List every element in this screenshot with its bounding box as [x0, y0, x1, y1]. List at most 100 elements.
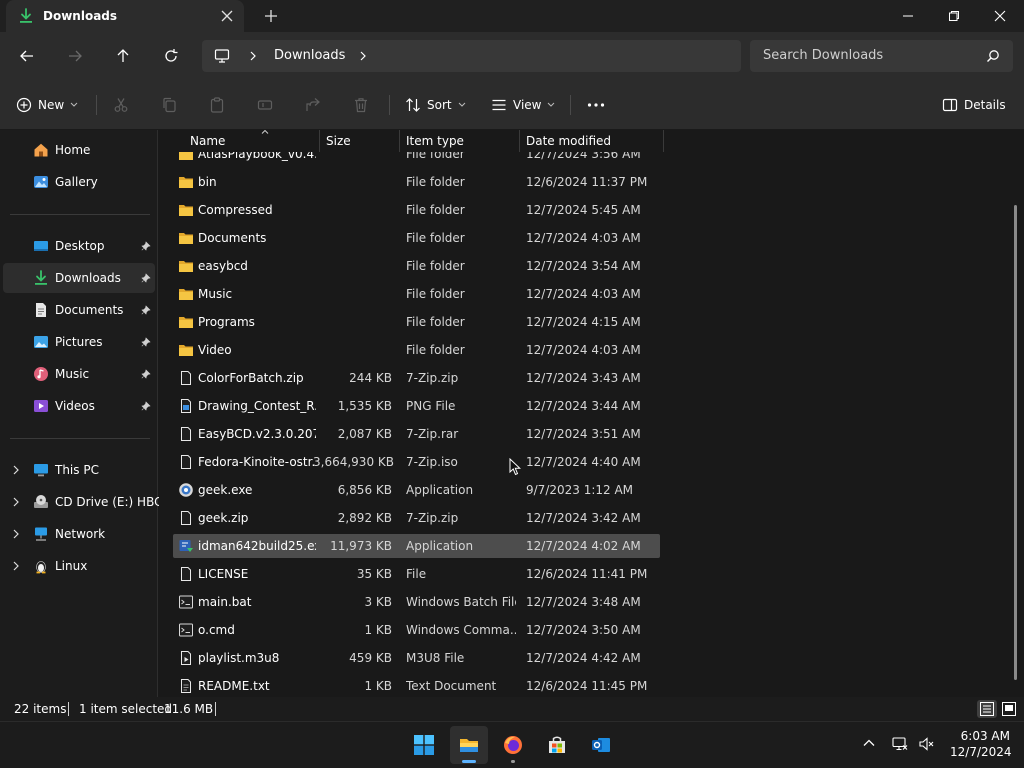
restore-button[interactable] — [931, 0, 977, 32]
pin-icon[interactable] — [141, 241, 151, 251]
sidebar-item-cd-drive[interactable]: CD Drive (E:) HBCD — [3, 487, 172, 517]
close-window-button[interactable] — [977, 0, 1023, 32]
file-row[interactable]: geek.exe 6,856 KB Application 9/7/2023 1:12… — [173, 478, 660, 502]
cd-drive-icon — [34, 495, 48, 508]
taskbar-microsoft-store[interactable] — [538, 726, 576, 764]
file-row[interactable]: playlist.m3u8 459 KB M3U8 File 12/7/2024 4:… — [173, 646, 660, 670]
chevron-right-icon[interactable] — [248, 50, 258, 62]
search-input[interactable]: Search Downloads — [750, 40, 1013, 72]
sort-icon — [406, 98, 420, 112]
chevron-right-icon[interactable] — [12, 465, 20, 475]
network-icon — [35, 527, 47, 541]
chevron-right-icon[interactable] — [12, 497, 20, 507]
file-row[interactable]: LICENSE 35 KB File 12/6/2024 11:41 PM — [173, 562, 660, 586]
file-row[interactable]: ColorForBatch.zip 244 KB 7-Zip.zip 12/7/202… — [173, 366, 660, 390]
file-type: Application — [406, 539, 474, 553]
status-divider — [68, 702, 69, 716]
address-bar[interactable]: Downloads — [202, 40, 741, 72]
file-row[interactable]: idman642build25.exe 11,973 KB Application 1… — [173, 534, 660, 558]
pin-icon[interactable] — [141, 273, 151, 283]
start-button[interactable] — [405, 726, 443, 764]
pin-icon[interactable] — [141, 305, 151, 315]
sidebar-item-documents[interactable]: Documents — [3, 295, 155, 325]
taskbar: 6:03 AM 12/7/2024 — [0, 721, 1024, 768]
file-date: 12/6/2024 11:45 PM — [526, 679, 648, 693]
pin-icon[interactable] — [141, 337, 151, 347]
sidebar-item-linux[interactable]: Linux — [3, 551, 155, 581]
network-status-icon[interactable] — [892, 736, 908, 752]
vertical-scrollbar[interactable] — [1014, 205, 1017, 680]
taskbar-firefox[interactable] — [494, 726, 532, 764]
clock-time[interactable]: 6:03 AM — [950, 729, 1010, 743]
details-button[interactable]: Details — [942, 92, 1006, 118]
back-button[interactable] — [15, 44, 39, 68]
sidebar-item-this-pc[interactable]: This PC — [3, 455, 155, 485]
show-hidden-icons-icon[interactable] — [862, 736, 876, 750]
clipboard-icon — [210, 97, 224, 113]
clock-date[interactable]: 12/7/2024 — [950, 745, 1012, 759]
sidebar-item-desktop[interactable]: Desktop — [3, 231, 155, 261]
pin-icon[interactable] — [141, 401, 151, 411]
pin-icon[interactable] — [141, 369, 151, 379]
file-row[interactable]: Fedora-Kinoite-ostr... 3,664,930 KB 7-Zip.… — [173, 450, 660, 474]
column-header-name[interactable]: Name — [173, 130, 319, 152]
forward-button[interactable] — [63, 44, 87, 68]
file-row[interactable]: README.txt 1 KB Text Document 12/6/2024 11:… — [173, 674, 660, 697]
sidebar-item-gallery[interactable]: Gallery — [3, 167, 155, 197]
file-row[interactable]: easybcd File folder 12/7/2024 3:54 AM — [173, 254, 660, 278]
details-pane-icon — [942, 98, 958, 112]
delete-button[interactable] — [353, 92, 369, 118]
file-row[interactable]: geek.zip 2,892 KB 7-Zip.zip 12/7/2024 3:42 … — [173, 506, 660, 530]
chevron-right-icon[interactable] — [12, 529, 20, 539]
minimize-button[interactable] — [885, 0, 931, 32]
tab-title: Downloads — [43, 9, 118, 23]
videos-icon — [34, 400, 48, 412]
chevron-right-icon[interactable] — [358, 50, 368, 62]
column-header-type[interactable]: Item type — [400, 130, 519, 152]
file-row[interactable]: bin File folder 12/6/2024 11:37 PM — [173, 170, 660, 194]
copy-button[interactable] — [161, 92, 177, 118]
up-button[interactable] — [111, 44, 135, 68]
file-row[interactable]: Video File folder 12/7/2024 4:03 AM — [173, 338, 660, 362]
refresh-button[interactable] — [159, 44, 183, 68]
file-row[interactable]: Documents File folder 12/7/2024 4:03 AM — [173, 226, 660, 250]
paste-button[interactable] — [209, 92, 225, 118]
sidebar-item-downloads[interactable]: Downloads — [3, 263, 155, 293]
sidebar-item-pictures[interactable]: Pictures — [3, 327, 155, 357]
column-header-size[interactable]: Size — [320, 130, 399, 152]
sort-button[interactable]: Sort — [405, 92, 466, 118]
sidebar-item-music[interactable]: Music — [3, 359, 155, 389]
more-options-button[interactable] — [587, 92, 605, 118]
details-view-button[interactable] — [977, 700, 997, 718]
column-header-date[interactable]: Date modified — [520, 130, 663, 152]
cut-button[interactable] — [113, 92, 129, 118]
tab-downloads[interactable]: Downloads — [6, 0, 244, 32]
title-bar: Downloads — [0, 0, 1024, 32]
file-row[interactable]: Drawing_Contest_R... 1,535 KB PNG File 12/7… — [173, 394, 660, 418]
file-row[interactable]: o.cmd 1 KB Windows Comma... 12/7/2024 3:50 … — [173, 618, 660, 642]
file-name: ColorForBatch.zip — [198, 371, 304, 385]
file-name: bin — [198, 175, 217, 189]
sidebar-item-home[interactable]: Home — [3, 135, 155, 165]
file-row[interactable]: Compressed File folder 12/7/2024 5:45 AM — [173, 198, 660, 222]
breadcrumb-downloads[interactable]: Downloads — [274, 48, 345, 63]
file-name: Drawing_Contest_R... — [198, 399, 316, 413]
share-button[interactable] — [305, 92, 321, 118]
file-row[interactable]: Programs File folder 12/7/2024 4:15 AM — [173, 310, 660, 334]
file-row[interactable]: EasyBCD.v2.3.0.207.... 2,087 KB 7-Zip.rar 1… — [173, 422, 660, 446]
sidebar-item-network[interactable]: Network — [3, 519, 155, 549]
view-button[interactable]: View — [491, 92, 555, 118]
taskbar-outlook[interactable] — [582, 726, 620, 764]
sidebar-item-videos[interactable]: Videos — [3, 391, 155, 421]
new-button[interactable]: New — [16, 92, 78, 118]
file-row[interactable]: main.bat 3 KB Windows Batch File 12/7/2024 … — [173, 590, 660, 614]
rename-button[interactable] — [257, 92, 273, 118]
close-tab-icon[interactable] — [218, 7, 236, 25]
taskbar-file-explorer[interactable] — [450, 726, 488, 764]
volume-muted-icon[interactable] — [918, 736, 934, 752]
chevron-right-icon[interactable] — [12, 561, 20, 571]
file-row[interactable]: Music File folder 12/7/2024 4:03 AM — [173, 282, 660, 306]
column-divider[interactable] — [663, 130, 664, 152]
tiles-view-button[interactable] — [999, 700, 1019, 718]
new-tab-icon[interactable] — [262, 7, 280, 25]
